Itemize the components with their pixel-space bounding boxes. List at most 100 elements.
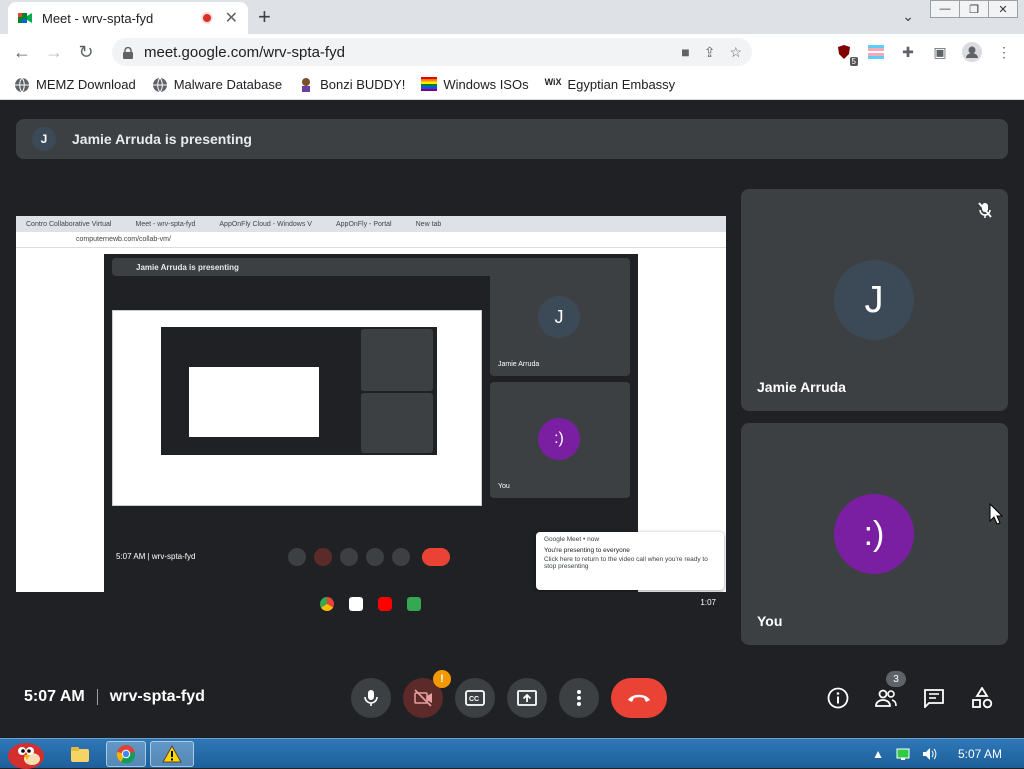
shared-tab-strip: Contro Collaborative Virtual Meet - wrv-… [16,216,726,232]
mouse-cursor-icon [989,503,1003,525]
explorer-taskbar-icon[interactable] [66,741,94,767]
svg-text:CC: CC [469,696,479,703]
shared-meeting-info: 5:07 AM | wrv-spta-fyd [116,552,196,561]
captions-button[interactable]: CC [455,678,495,718]
bookmarks-bar: MEMZ Download Malware Database Bonzi BUD… [0,70,1024,100]
minimize-button[interactable]: — [930,0,960,18]
shared-avatar-jamie: J [538,296,580,338]
restore-button[interactable]: ❐ [959,0,989,18]
meeting-details: 5:07 AM wrv-spta-fyd [24,688,205,706]
chrome-menu-icon[interactable]: ⋮ [994,42,1014,62]
participant-tile-jamie[interactable]: J Jamie Arruda [741,189,1008,411]
start-button[interactable] [2,741,50,769]
back-button[interactable]: ← [6,42,38,63]
camera-button[interactable]: ! [403,670,451,718]
bookmark-egyptian-embassy[interactable]: WiX Egyptian Embassy [545,77,676,93]
shared-camera-button [314,548,332,566]
bookmark-malware-database[interactable]: Malware Database [152,77,282,93]
angry-bird-start-icon [8,743,44,769]
tab-meet[interactable]: Meet - wrv-spta-fyd ✕ [8,2,248,34]
taskbar-clock[interactable]: 5:07 AM [958,747,1002,761]
camera-in-use-icon[interactable]: ■ [681,44,689,61]
more-options-button[interactable] [559,678,599,718]
people-icon [875,689,897,707]
windows-taskbar: ▲ 5:07 AM [0,738,1024,769]
browser-toolbar: ← → ↻ meet.google.com/wrv-spta-fyd ■ ⇪ ☆… [0,34,1024,70]
show-everyone-button[interactable] [874,686,898,710]
close-tab-icon[interactable]: ✕ [225,8,238,28]
address-bar[interactable]: meet.google.com/wrv-spta-fyd ■ ⇪ ☆ [112,38,752,66]
chromeos-shelf: 1:07 [16,592,726,616]
reload-button[interactable]: ↻ [70,42,102,63]
gmail-shelf-icon [349,597,363,611]
browser-tab-strip: Meet - wrv-spta-fyd ✕ + ⌄ — ❐ ✕ [0,0,1024,34]
new-tab-button[interactable]: + [258,4,271,30]
side-panel-icon[interactable]: ▣ [930,42,950,62]
share-icon[interactable]: ⇪ [704,44,716,61]
url-text: meet.google.com/wrv-spta-fyd [144,43,345,61]
forward-button[interactable]: → [38,42,70,63]
globe-icon [152,77,168,93]
show-hidden-icons-icon[interactable]: ▲ [872,747,884,761]
nested-screen-thumbnail [189,367,319,437]
meet-call-area: J Jamie Arruda is presenting Contro Coll… [0,100,1024,738]
shared-name-jamie: Jamie Arruda [498,361,540,368]
chat-icon [924,689,944,708]
activities-button[interactable] [970,686,994,710]
bookmark-bonzi-buddy[interactable]: Bonzi BUDDY! [298,77,405,93]
nested-shared-screen [112,310,482,506]
google-meet-icon [18,11,32,25]
window-controls: — ❐ ✕ [930,0,1018,18]
participant-name-jamie: Jamie Arruda [757,379,846,395]
network-icon[interactable] [896,747,910,761]
close-window-button[interactable]: ✕ [988,0,1018,18]
shared-avatar-you: :) [538,418,580,460]
closed-captions-icon: CC [465,690,485,706]
meeting-code: wrv-spta-fyd [109,688,205,705]
leave-call-button[interactable] [611,678,667,718]
participant-tile-you[interactable]: :) You [741,423,1008,645]
meeting-details-button[interactable] [826,686,850,710]
presenting-text: Jamie Arruda is presenting [72,131,252,147]
activities-shapes-icon [972,687,993,709]
chrome-icon [116,745,136,764]
extensions-puzzle-icon[interactable]: ✚ [898,42,918,62]
nested-tile-jamie [361,329,433,391]
bookmark-star-icon[interactable]: ☆ [729,44,742,61]
presenting-notification: Google Meet • now You're presenting to e… [536,532,724,590]
tab-search-icon[interactable]: ⌄ [902,8,914,25]
recording-indicator-icon [200,12,213,24]
info-icon [827,687,849,709]
profile-avatar-icon[interactable] [962,42,982,62]
volume-icon[interactable] [922,747,938,761]
globe-icon [14,77,30,93]
warning-app-taskbar-button[interactable] [150,741,194,767]
present-screen-icon [517,690,537,706]
hang-up-icon [628,694,650,702]
bookmark-windows-isos[interactable]: Windows ISOs [421,76,529,93]
warning-icon [162,745,182,763]
meet-shelf-icon [407,597,421,611]
chat-button[interactable] [922,686,946,710]
shared-present-button [366,548,384,566]
divider [96,689,98,705]
bookmark-memz[interactable]: MEMZ Download [14,77,136,93]
chrome-taskbar-button[interactable] [106,741,146,767]
shared-more-button [392,548,410,566]
wix-icon: WiX [544,76,562,87]
present-now-button[interactable] [507,678,547,718]
microphone-icon [364,690,378,706]
youtube-shelf-icon [378,597,392,611]
lock-icon [122,46,134,59]
microphone-button[interactable] [351,678,391,718]
avatar-you: :) [834,494,914,574]
system-tray: ▲ 5:07 AM [872,739,1002,769]
chrome-shelf-icon [320,597,334,611]
microphone-off-icon [976,201,994,219]
extension-badge: 5 [849,57,858,66]
shared-name-you: You [498,483,510,490]
shared-screen[interactable]: Contro Collaborative Virtual Meet - wrv-… [16,216,726,616]
presenter-avatar: J [32,127,56,151]
ublock-extension-icon[interactable]: 5 [834,42,858,66]
flag-extension-icon[interactable] [866,42,886,62]
